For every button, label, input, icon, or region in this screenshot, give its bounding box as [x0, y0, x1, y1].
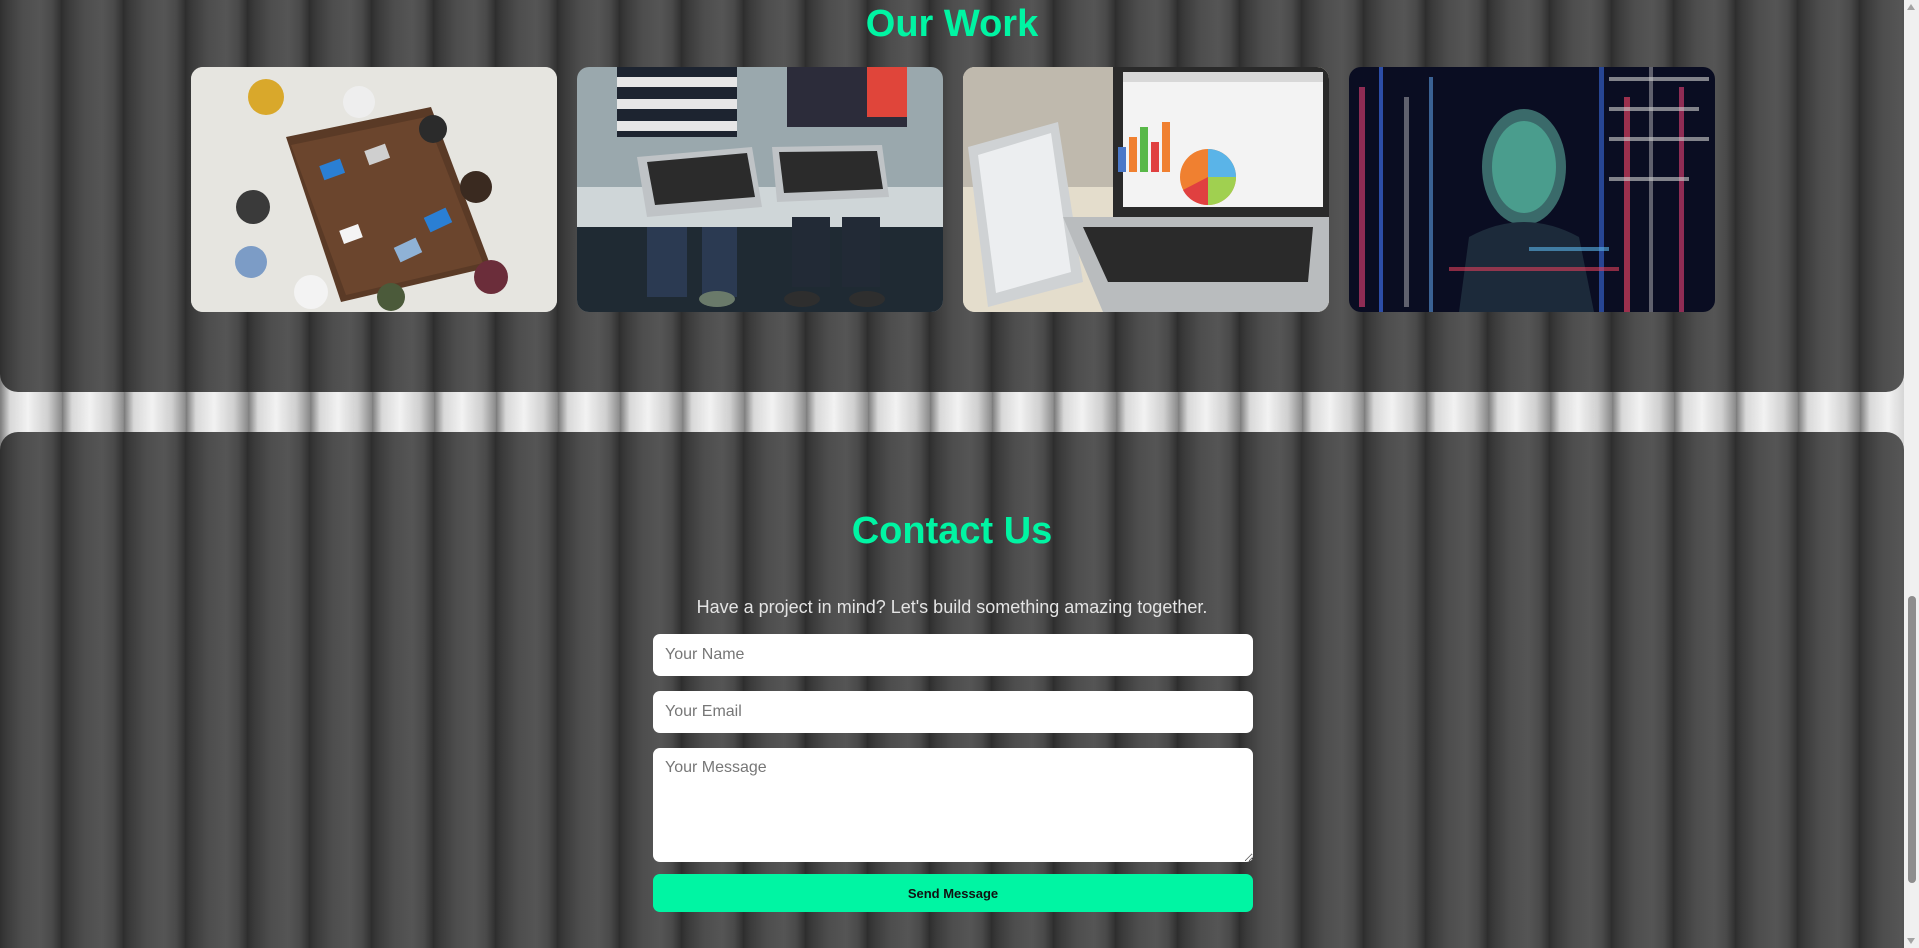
contact-title: Contact Us — [851, 510, 1053, 552]
work-image-team-meeting[interactable] — [191, 67, 557, 312]
send-message-button[interactable]: Send Message — [653, 874, 1253, 912]
scroll-down-arrow-icon[interactable] — [1907, 938, 1915, 944]
our-work-title: Our Work — [865, 3, 1039, 45]
analytics-laptop-photo — [963, 67, 1329, 312]
laptops-photo — [577, 67, 943, 312]
contact-subtitle: Have a project in mind? Let's build some… — [696, 597, 1208, 617]
name-input[interactable] — [653, 634, 1253, 676]
scroll-up-arrow-icon[interactable] — [1907, 4, 1915, 10]
code-projection-photo — [1349, 67, 1715, 312]
work-image-analytics[interactable] — [963, 67, 1329, 312]
team-meeting-photo — [191, 67, 557, 312]
contact-form: Send Message — [653, 634, 1253, 912]
work-image-laptops[interactable] — [577, 67, 943, 312]
message-textarea[interactable] — [653, 748, 1253, 862]
work-gallery — [191, 67, 1715, 312]
work-image-code-projection[interactable] — [1349, 67, 1715, 312]
scrollbar-thumb[interactable] — [1908, 596, 1916, 883]
email-input[interactable] — [653, 691, 1253, 733]
page-scrollbar[interactable] — [1904, 0, 1919, 948]
